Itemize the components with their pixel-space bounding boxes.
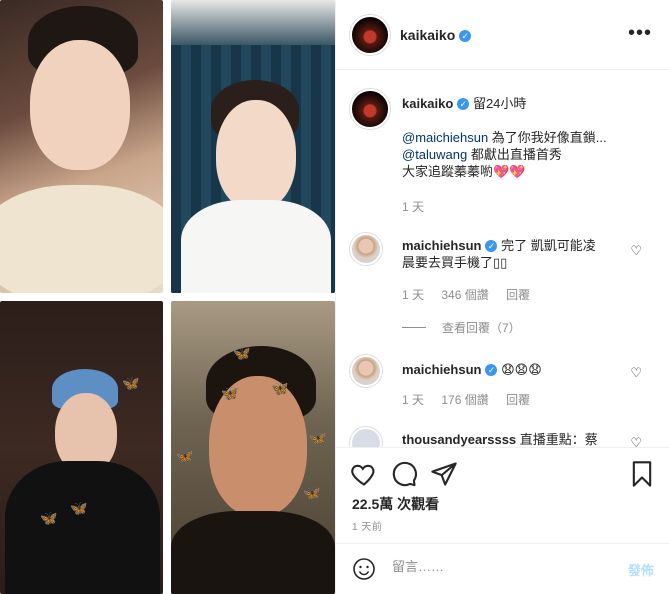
comment-text: 😧😧😧 <box>501 362 542 377</box>
caption-body: @maichiehsun 為了你我好像直鎖... @taluwang 都獻出直播… <box>402 129 652 180</box>
view-replies-label[interactable]: 查看回覆（7） <box>442 321 521 335</box>
stream-tile-top-right <box>171 0 335 293</box>
comment-body: maichiehsun ✓ 😧😧😧 <box>402 361 622 378</box>
save-icon[interactable] <box>628 460 656 488</box>
post-media[interactable]: 🦋 🦋 🦋 🦋 🦋 🦋 🦋 🦋 🦋 <box>0 0 335 594</box>
share-icon[interactable] <box>430 460 458 488</box>
comment: thousandyearssss 直播重點：蔡 ♡ <box>336 423 669 447</box>
comment-meta: 1 天 176 個讚 回覆 <box>402 391 544 408</box>
action-bar: 22.5萬 次觀看 1 天前 <box>336 447 669 543</box>
butterfly-icon: 🦋 <box>309 430 327 446</box>
caption-text: 留24小時 <box>472 96 527 111</box>
caption-text: 為了你我好像直鎖... <box>488 130 607 145</box>
more-icon[interactable]: ••• <box>628 22 652 45</box>
butterfly-icon: 🦋 <box>233 345 251 361</box>
mention-link[interactable]: @maichiehsun <box>402 130 488 145</box>
comments-list[interactable]: kaikaiko ✓ 留24小時 @maichiehsun 為了你我好像直鎖...… <box>336 71 669 447</box>
comment-composer: 發佈 <box>336 543 669 594</box>
author-username[interactable]: kaikaiko ✓ <box>400 27 472 43</box>
like-comment-heart-icon[interactable]: ♡ <box>630 435 642 447</box>
comment-text: 晨要去買手機了▯▯ <box>402 255 508 270</box>
view-replies-button[interactable]: 查看回覆（7） <box>402 319 521 336</box>
reply-button[interactable]: 回覆 <box>506 393 530 407</box>
timestamp[interactable]: 1 天 <box>402 200 424 214</box>
comment-username[interactable]: maichiehsun <box>402 362 481 377</box>
emoji-icon[interactable] <box>352 557 376 581</box>
caption-text: 都獻出直播首秀 <box>467 147 562 162</box>
reply-button[interactable]: 回覆 <box>506 288 530 302</box>
pillow-shape <box>0 185 163 293</box>
stream-tile-bottom-right: 🦋 🦋 🦋 🦋 🦋 🦋 <box>171 301 335 594</box>
verified-icon: ✓ <box>457 98 470 110</box>
comment-username[interactable]: maichiehsun <box>402 238 481 253</box>
comment: maichiehsun ✓ 😧😧😧 ♡ 1 天 176 個讚 回覆 <box>336 353 669 413</box>
caption: kaikaiko ✓ 留24小時 @maichiehsun 為了你我好像直鎖...… <box>336 71 669 221</box>
verified-icon: ✓ <box>459 30 472 42</box>
timestamp[interactable]: 1 天 <box>402 393 424 407</box>
butterfly-icon: 🦋 <box>122 375 140 391</box>
comment-icon[interactable] <box>390 460 418 488</box>
butterfly-icon: 🦋 <box>271 380 289 396</box>
verified-icon: ✓ <box>485 240 498 252</box>
mention-link[interactable]: @taluwang <box>402 147 467 162</box>
post-sidebar: kaikaiko ✓ ••• kaikaiko ✓ 留24小時 @maichiehs… <box>335 0 669 594</box>
comment-meta: 1 天 346 個讚 回覆 <box>402 286 544 303</box>
butterfly-icon: 🦋 <box>303 485 321 501</box>
comment-input[interactable] <box>392 559 612 574</box>
timestamp[interactable]: 1 天 <box>402 288 424 302</box>
like-comment-heart-icon[interactable]: ♡ <box>630 365 642 381</box>
comment-username[interactable]: thousandyearssss <box>402 432 516 447</box>
face-shape <box>216 100 296 210</box>
shirt-shape <box>171 511 335 594</box>
post-comment-button[interactable]: 發佈 <box>628 560 654 579</box>
author-username-text[interactable]: kaikaiko <box>400 27 455 43</box>
shirt-shape <box>181 200 331 293</box>
comment-body: maichiehsun ✓ 完了 凱凱可能凌 晨要去買手機了▯▯ <box>402 237 622 271</box>
caption-meta: 1 天 <box>402 198 438 215</box>
caption-line-1: kaikaiko ✓ 留24小時 <box>402 95 652 112</box>
comment-text: 直播重點：蔡 <box>519 432 598 447</box>
like-count[interactable]: 346 個讚 <box>441 288 488 302</box>
butterfly-icon: 🦋 <box>221 385 239 401</box>
verified-icon: ✓ <box>485 364 498 376</box>
shirt-shape <box>5 461 160 594</box>
butterfly-icon: 🦋 <box>176 448 194 464</box>
avatar[interactable] <box>350 427 382 447</box>
view-count[interactable]: 22.5萬 次觀看 <box>352 494 439 514</box>
caption-username[interactable]: kaikaiko <box>402 96 453 111</box>
like-count[interactable]: 176 個讚 <box>441 393 488 407</box>
comment-text: 完了 凱凱可能凌 <box>501 238 596 253</box>
divider <box>402 327 426 328</box>
comment-body: thousandyearssss 直播重點：蔡 <box>402 431 622 447</box>
face-shape <box>30 40 130 170</box>
butterfly-icon: 🦋 <box>70 500 88 516</box>
avatar[interactable] <box>350 355 382 387</box>
avatar[interactable] <box>350 89 390 129</box>
avatar[interactable] <box>350 15 390 55</box>
stream-tile-top-left <box>0 0 163 293</box>
butterfly-icon: 🦋 <box>40 510 58 526</box>
heart-icon[interactable] <box>350 460 378 488</box>
post-timestamp[interactable]: 1 天前 <box>352 518 382 533</box>
like-comment-heart-icon[interactable]: ♡ <box>630 243 642 259</box>
post-header: kaikaiko ✓ ••• <box>336 0 669 70</box>
caption-text: 大家追蹤蓁蓁喲💖💖 <box>402 164 526 179</box>
comment: maichiehsun ✓ 完了 凱凱可能凌 晨要去買手機了▯▯ ♡ 1 天 34… <box>336 229 669 349</box>
avatar[interactable] <box>350 233 382 265</box>
stream-tile-bottom-left: 🦋 🦋 🦋 <box>0 301 163 594</box>
